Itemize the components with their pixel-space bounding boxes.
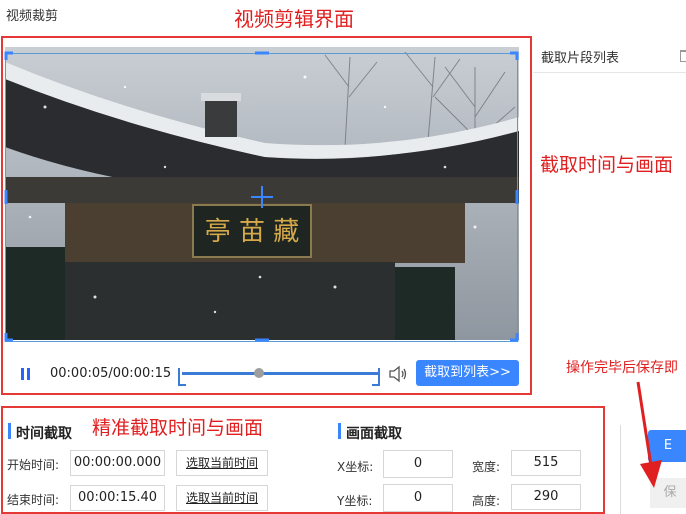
clip-list-title: 截取片段列表	[541, 51, 620, 66]
height-field[interactable]: 290	[511, 484, 581, 510]
crop-center-marker-h	[251, 196, 273, 198]
width-label: 宽度:	[472, 460, 501, 474]
x-label: X坐标:	[337, 460, 374, 474]
height-label: 高度:	[472, 494, 501, 508]
crop-handles[interactable]	[0, 48, 530, 348]
annotation-save: 操作完毕后保存即	[566, 360, 678, 376]
end-time-field[interactable]: 00:00:15.40	[70, 485, 165, 511]
timeline-playhead[interactable]	[254, 368, 264, 378]
right-panel-divider	[620, 425, 621, 514]
timeline-start-handle[interactable]	[178, 368, 186, 386]
start-time-field[interactable]: 00:00:00.000	[70, 450, 165, 476]
crop-handle-bottom-right	[510, 333, 519, 342]
end-time-label: 结束时间:	[7, 493, 60, 507]
timeline-track[interactable]	[182, 372, 378, 375]
section-bar-time	[8, 423, 11, 439]
time-display: 00:00:05/00:00:15	[50, 366, 172, 381]
annotation-capture: 截取时间与画面	[540, 154, 674, 176]
crop-handle-bottom-left	[4, 333, 13, 342]
window-title: 视频裁剪	[6, 9, 59, 24]
start-time-label: 开始时间:	[7, 458, 60, 472]
section-bar-frame	[338, 423, 341, 439]
annotation-editor: 视频剪辑界面	[234, 7, 354, 31]
select-current-start-button[interactable]: 选取当前时间	[176, 450, 268, 476]
select-current-end-button[interactable]: 选取当前时间	[176, 485, 268, 511]
crop-handle-top-left	[4, 51, 13, 60]
x-coordinate-field[interactable]: 0	[383, 450, 453, 478]
y-label: Y坐标:	[337, 494, 373, 508]
side-divider	[533, 72, 686, 73]
annotation-precise: 精准截取时间与画面	[92, 417, 264, 439]
crop-handle-top-right	[510, 51, 519, 60]
volume-icon[interactable]	[388, 365, 408, 383]
pause-icon[interactable]	[20, 368, 32, 380]
width-field[interactable]: 515	[511, 450, 581, 476]
add-to-list-button[interactable]: 截取到列表>>	[416, 360, 519, 386]
annotation-arrow	[636, 381, 662, 488]
y-coordinate-field[interactable]: 0	[383, 484, 453, 512]
time-section-title: 时间截取	[16, 426, 72, 442]
timeline-end-handle[interactable]	[372, 368, 380, 386]
trash-icon[interactable]	[680, 50, 686, 62]
frame-section-title: 画面截取	[346, 426, 402, 442]
